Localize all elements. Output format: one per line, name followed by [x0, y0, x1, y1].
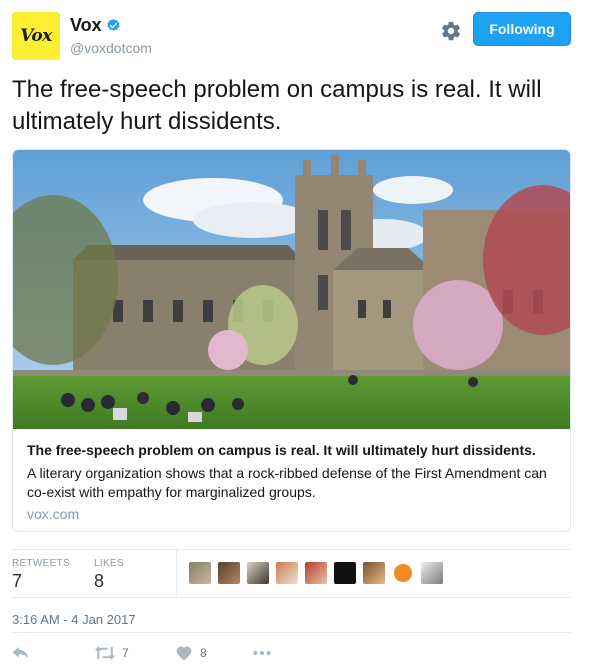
liker-avatar[interactable] [392, 562, 414, 584]
retweets-count[interactable]: 7 [12, 571, 22, 592]
tweet-text: The free-speech problem on campus is rea… [12, 76, 542, 135]
avatar-logo-text: Vox [20, 26, 52, 46]
gear-icon[interactable] [440, 20, 462, 42]
retweets-label[interactable]: RETWEETS [12, 558, 70, 569]
heart-icon[interactable] [175, 645, 193, 661]
retweet-icon[interactable] [94, 645, 116, 661]
liker-avatar[interactable] [218, 562, 240, 584]
divider [12, 597, 571, 598]
liker-avatar[interactable] [421, 562, 443, 584]
card-domain: vox.com [27, 506, 80, 522]
card-image[interactable] [13, 150, 570, 429]
likes-count[interactable]: 8 [94, 571, 104, 592]
liker-avatar[interactable] [276, 562, 298, 584]
card-description: A literary organization shows that a roc… [27, 465, 547, 500]
stats-separator [176, 550, 177, 596]
author-name-row[interactable]: Vox [70, 15, 121, 36]
liker-avatar[interactable] [334, 562, 356, 584]
divider [12, 632, 571, 633]
retweet-count[interactable]: 7 [122, 646, 129, 660]
tweet-timestamp[interactable]: 3:16 AM - 4 Jan 2017 [12, 612, 136, 627]
following-button[interactable]: Following [473, 12, 571, 46]
link-card[interactable]: The free-speech problem on campus is rea… [12, 149, 571, 532]
likes-label[interactable]: LIKES [94, 558, 124, 569]
author-name[interactable]: Vox [70, 15, 102, 36]
author-handle[interactable]: @voxdotcom [70, 40, 152, 56]
divider [12, 549, 571, 550]
like-count[interactable]: 8 [200, 646, 207, 660]
liker-avatar[interactable] [247, 562, 269, 584]
card-title[interactable]: The free-speech problem on campus is rea… [27, 442, 557, 458]
reply-icon[interactable] [12, 645, 30, 661]
avatar[interactable]: Vox [12, 12, 60, 60]
verified-badge-icon [107, 18, 120, 31]
liker-avatar[interactable] [305, 562, 327, 584]
liker-avatar[interactable] [189, 562, 211, 584]
more-icon[interactable] [252, 645, 272, 661]
liker-avatar[interactable] [363, 562, 385, 584]
